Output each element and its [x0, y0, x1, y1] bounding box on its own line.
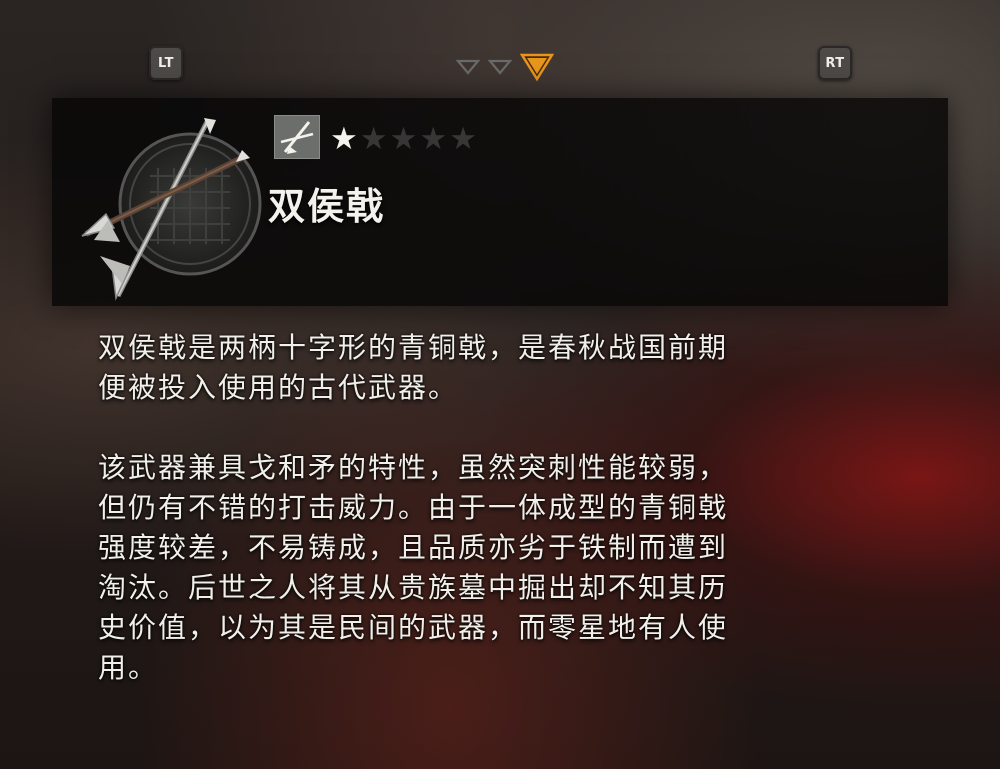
crossed-halberds-icon — [72, 116, 272, 306]
description-line: 便被投入使用的古代武器。 — [98, 371, 459, 404]
item-header-panel: ★ ★ ★ ★ ★ 双侯戟 — [52, 98, 948, 306]
halberd-type-icon — [274, 115, 320, 159]
description-paragraph-2: 该武器兼具戈和矛的特性，虽然突刺性能较弱， 但仍有不错的打击威力。由于一体成型的… — [98, 448, 898, 688]
item-name: 双侯戟 — [268, 184, 385, 228]
rarity-rating: ★ ★ ★ ★ ★ — [330, 121, 477, 157]
star-empty-icon: ★ — [389, 121, 418, 157]
item-description: 双侯戟是两柄十字形的青铜戟，是春秋战国前期 便被投入使用的古代武器。 该武器兼具… — [98, 328, 898, 728]
star-icon: ★ — [330, 121, 358, 157]
description-line: 史价值，以为其是民间的武器，而零星地有人使 — [98, 611, 729, 644]
page-indicator-1[interactable] — [456, 59, 480, 75]
page-indicators — [456, 52, 554, 82]
lt-button[interactable]: LT — [149, 46, 183, 80]
description-line: 该武器兼具戈和矛的特性，虽然突刺性能较弱， — [98, 451, 729, 484]
star-empty-icon: ★ — [449, 121, 477, 157]
page-indicator-2[interactable] — [488, 59, 512, 75]
description-line: 但仍有不错的打击威力。由于一体成型的青铜戟 — [98, 491, 729, 524]
description-line: 淘汰。后世之人将其从贵族墓中掘出却不知其历 — [98, 571, 729, 604]
page-indicator-active[interactable] — [520, 52, 554, 82]
description-line: 双侯戟是两柄十字形的青铜戟，是春秋战国前期 — [98, 331, 729, 364]
top-navigation-bar: LT RT — [0, 42, 1000, 92]
rt-button[interactable]: RT — [818, 46, 852, 80]
star-empty-icon: ★ — [359, 121, 388, 157]
description-line: 强度较差，不易铸成，且品质亦劣于铁制而遭到 — [98, 531, 729, 564]
star-empty-icon: ★ — [419, 121, 448, 157]
description-line: 用。 — [98, 651, 159, 684]
description-paragraph-1: 双侯戟是两柄十字形的青铜戟，是春秋战国前期 便被投入使用的古代武器。 — [98, 328, 898, 408]
